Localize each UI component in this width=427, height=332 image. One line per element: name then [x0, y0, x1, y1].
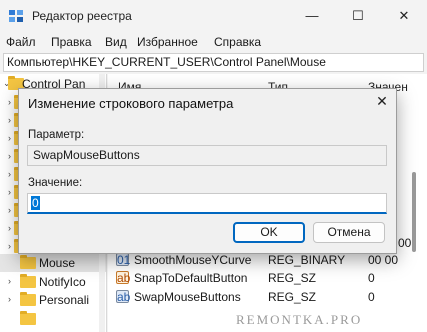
chevron-right-icon[interactable]: ›	[8, 151, 11, 161]
address-bar[interactable]: Компьютер\HKEY_CURRENT_USER\Control Pane…	[3, 53, 424, 72]
chevron-right-icon[interactable]: ›	[8, 241, 11, 251]
folder-icon	[20, 311, 36, 325]
value-data-text: 0	[31, 196, 40, 210]
chevron-right-icon[interactable]: ›	[8, 276, 11, 286]
close-icon: ✕	[376, 93, 388, 109]
list-row[interactable]: ab SwapMouseButtons REG_SZ 0	[112, 288, 412, 306]
binary-value-icon: 01	[116, 253, 131, 267]
value-data-label: Значение:	[28, 177, 83, 189]
minimize-button[interactable]: —	[289, 0, 335, 32]
list-cell-value: 00	[398, 236, 412, 250]
chevron-right-icon[interactable]: ›	[8, 223, 11, 233]
registry-editor-icon	[9, 10, 23, 22]
chevron-right-icon[interactable]: ›	[8, 97, 11, 107]
menu-favorites[interactable]: Избранное	[137, 35, 198, 49]
folder-icon	[20, 274, 36, 288]
chevron-right-icon[interactable]: ›	[8, 169, 11, 179]
dialog-close-button[interactable]: ✕	[370, 90, 394, 112]
menu-help[interactable]: Справка	[214, 35, 261, 49]
chevron-right-icon[interactable]: ›	[8, 205, 11, 215]
folder-icon	[20, 292, 36, 306]
tree-item-mouse[interactable]: Mouse	[0, 254, 106, 272]
chevron-right-icon[interactable]: ›	[8, 115, 11, 125]
menu-edit[interactable]: Правка	[51, 35, 92, 49]
chevron-right-icon[interactable]: ›	[8, 294, 11, 304]
cancel-button[interactable]: Отмена	[313, 222, 385, 243]
window-title: Редактор реестра	[32, 9, 132, 23]
param-name-field: SwapMouseButtons	[27, 145, 387, 166]
menu-file[interactable]: Файл	[6, 35, 36, 49]
menu-view[interactable]: Вид	[105, 35, 127, 49]
tree-item-notifyicon[interactable]: › NotifyIco	[0, 273, 106, 291]
folder-open-icon	[20, 255, 36, 269]
param-name-label: Параметр:	[28, 129, 85, 141]
chevron-right-icon[interactable]: ›	[8, 187, 11, 197]
value-data-input[interactable]: 0	[27, 193, 387, 214]
list-scrollbar-thumb[interactable]	[412, 172, 416, 252]
list-row[interactable]: ab SnapToDefaultButton REG_SZ 0	[112, 269, 412, 287]
string-value-icon: ab	[116, 271, 131, 285]
ok-button[interactable]: OK	[233, 222, 305, 243]
dialog-title: Изменение строкового параметра	[28, 96, 234, 111]
maximize-button[interactable]: ☐	[335, 0, 381, 32]
string-value-icon: ab	[116, 290, 131, 304]
tree-item-personalization[interactable]: › Personali	[0, 291, 106, 309]
tree-item[interactable]	[0, 310, 106, 328]
watermark-text: REMONTKA.PRO	[236, 312, 363, 327]
chevron-right-icon[interactable]: ›	[8, 133, 11, 143]
close-button[interactable]: ✕	[381, 0, 427, 32]
